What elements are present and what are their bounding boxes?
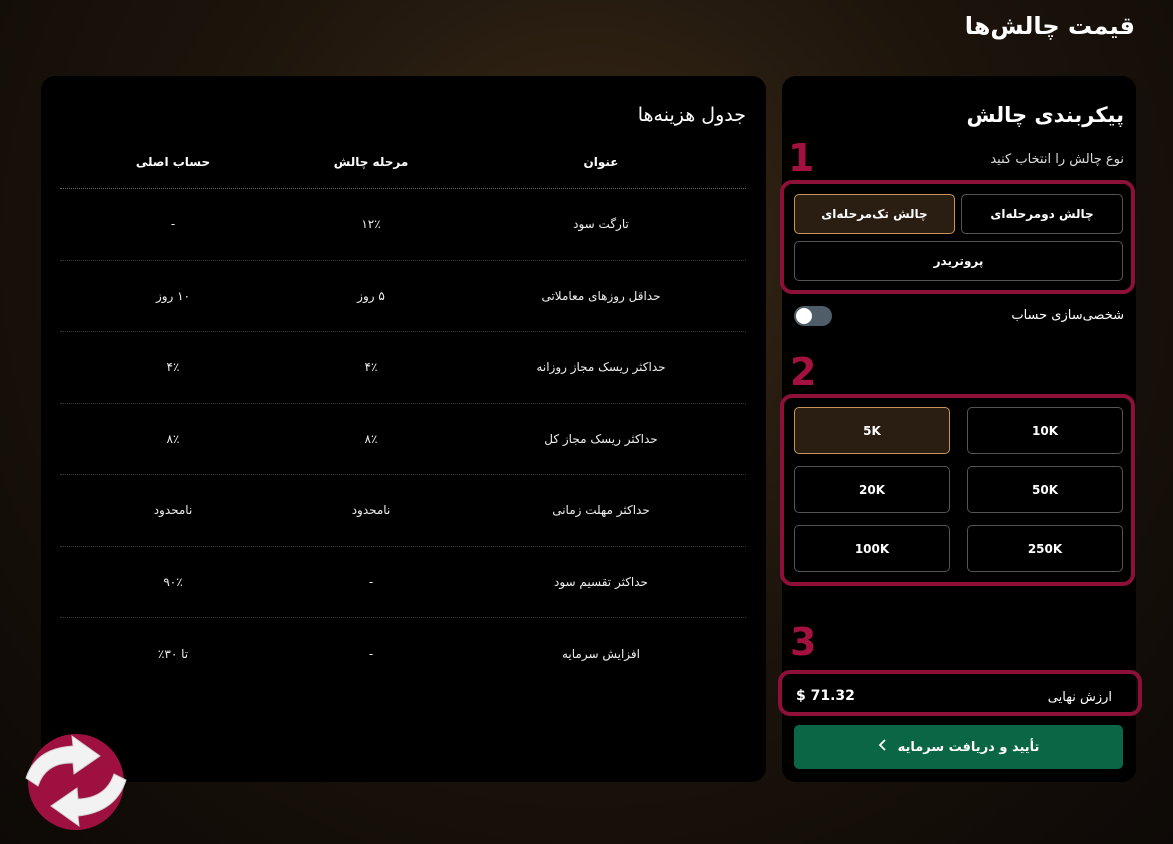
customize-account-row: شخصی‌سازی حساب — [794, 306, 1124, 328]
table-row: حداکثر ریسک مجاز روزانه ۴٪ ۴٪ — [60, 332, 746, 404]
step-number-2: 2 — [790, 350, 817, 394]
challenge-type-prompt: نوع چالش را انتخاب کنید — [990, 152, 1124, 167]
amount-250k-button[interactable]: 250K — [967, 525, 1123, 572]
row-title: حداکثر تقسیم سود — [554, 574, 648, 589]
amount-50k-button[interactable]: 50K — [967, 466, 1123, 513]
row-stage: ۵ روز — [357, 288, 385, 303]
row-title: تارگت سود — [573, 217, 629, 232]
toggle-knob — [796, 308, 812, 324]
amount-10k-button[interactable]: 10K — [967, 407, 1123, 454]
table-row: حداکثر مهلت زمانی نامحدود نامحدود — [60, 475, 746, 547]
header-title: عنوان — [583, 155, 619, 169]
row-stage: - — [368, 574, 374, 589]
row-title: حداکثر ریسک مجاز روزانه — [536, 360, 666, 375]
fees-title: جدول هزینه‌ها — [637, 104, 746, 126]
confirm-and-get-funded-button[interactable]: تأیید و دریافت سرمایه — [794, 725, 1123, 769]
chevron-left-icon — [878, 738, 888, 756]
final-value-box: ارزش نهایی $ 71.32 — [778, 670, 1142, 716]
row-stage: ۸٪ — [364, 431, 378, 446]
table-row: تارگت سود ۱۲٪ - — [60, 189, 746, 261]
row-title: حداقل روزهای معاملاتی — [541, 288, 661, 303]
amount-20k-button[interactable]: 20K — [794, 466, 950, 513]
customize-account-label: شخصی‌سازی حساب — [1011, 308, 1124, 323]
amount-5k-button[interactable]: 5K — [794, 407, 950, 454]
step-number-3: 3 — [790, 620, 817, 664]
row-title: حداکثر مهلت زمانی — [552, 503, 650, 518]
table-row: حداکثر ریسک مجاز کل ۸٪ ۸٪ — [60, 404, 746, 475]
row-title: افزایش سرمایه — [561, 646, 640, 661]
row-title: حداکثر ریسک مجاز کل — [544, 431, 658, 446]
row-real: نامحدود — [153, 503, 193, 518]
step-number-1: 1 — [788, 136, 815, 180]
page-title: قیمت چالش‌ها — [964, 12, 1135, 40]
table-row: افزایش سرمایه - تا ۳۰٪ — [60, 618, 746, 690]
fees-panel: جدول هزینه‌ها عنوان مرحله چالش حساب اصلی… — [41, 76, 766, 782]
final-value-label: ارزش نهایی — [1047, 690, 1112, 705]
table-row: حداقل روزهای معاملاتی ۵ روز ۱۰ روز — [60, 261, 746, 332]
table-row: حداکثر تقسیم سود - ۹۰٪ — [60, 547, 746, 618]
header-real-account: حساب اصلی — [135, 155, 211, 169]
amount-100k-button[interactable]: 100K — [794, 525, 950, 572]
row-stage: ۴٪ — [364, 360, 378, 375]
row-stage: نامحدود — [351, 503, 391, 518]
row-stage: - — [368, 646, 374, 661]
swap-arrows-logo-icon — [18, 728, 130, 832]
cta-label: تأیید و دریافت سرمایه — [897, 739, 1040, 755]
challenge-type-one-step-button[interactable]: چالش تک‌مرحله‌ای — [794, 194, 955, 234]
row-real: ۹۰٪ — [163, 574, 183, 589]
header-stage: مرحله چالش — [333, 155, 409, 169]
row-real: تا ۳۰٪ — [157, 646, 189, 661]
row-real: ۱۰ روز — [155, 288, 191, 303]
challenge-config-panel: پیکربندی چالش نوع چالش را انتخاب کنید 1 … — [778, 76, 1142, 782]
row-real: ۸٪ — [166, 431, 180, 446]
fees-table: عنوان مرحله چالش حساب اصلی تارگت سود ۱۲٪… — [60, 136, 746, 690]
row-real: ۴٪ — [166, 360, 180, 375]
row-stage: ۱۲٪ — [361, 217, 381, 232]
row-real: - — [170, 217, 176, 232]
config-title: پیکربندی چالش — [966, 103, 1124, 127]
customize-account-toggle[interactable] — [794, 306, 832, 326]
challenge-type-two-step-button[interactable]: چالش دومرحله‌ای — [961, 194, 1123, 234]
table-header: عنوان مرحله چالش حساب اصلی — [60, 136, 746, 189]
challenge-type-protrader-button[interactable]: پروتریدر — [794, 241, 1123, 281]
final-value-amount: $ 71.32 — [796, 688, 855, 704]
